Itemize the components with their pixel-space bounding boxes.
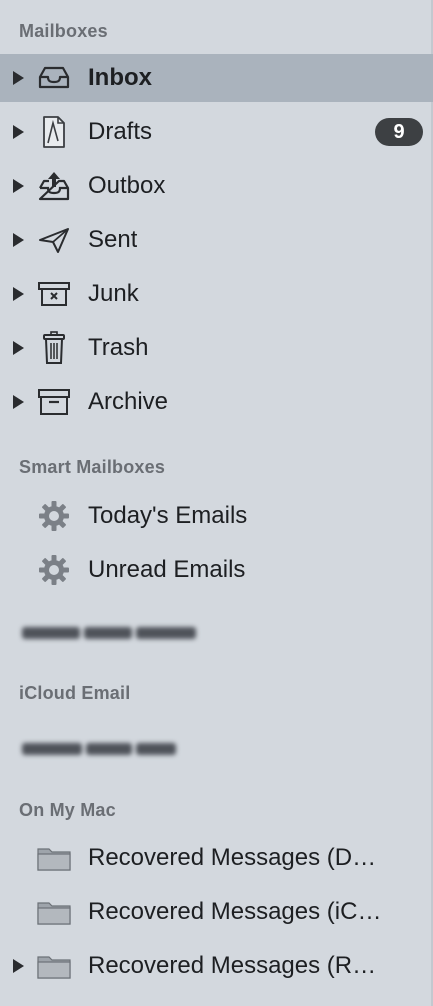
mailbox-row-trash[interactable]: Trash bbox=[0, 324, 433, 372]
mailbox-label: Trash bbox=[88, 334, 149, 361]
disclosure-triangle[interactable] bbox=[13, 125, 24, 139]
unread-count-badge: 9 bbox=[375, 118, 423, 146]
redacted-account-header[interactable] bbox=[22, 624, 200, 642]
mailbox-label: Drafts bbox=[88, 118, 153, 145]
mailbox-label: Sent bbox=[88, 226, 138, 253]
section-header-mailboxes[interactable]: Mailboxes bbox=[19, 21, 108, 42]
disclosure-triangle[interactable] bbox=[13, 71, 24, 85]
mailbox-label: Recovered Messages (R… bbox=[88, 952, 377, 979]
trash-can-icon bbox=[36, 331, 72, 364]
folder-icon bbox=[36, 842, 72, 874]
mailbox-label: Archive bbox=[88, 388, 169, 415]
gear-icon bbox=[36, 500, 72, 532]
mailbox-label: Unread Emails bbox=[88, 556, 246, 583]
paper-plane-icon bbox=[36, 224, 72, 256]
folder-icon bbox=[36, 896, 72, 928]
section-header-smart-mailboxes[interactable]: Smart Mailboxes bbox=[19, 457, 165, 478]
mailbox-label: Inbox bbox=[88, 64, 152, 91]
outbox-tray-icon bbox=[36, 170, 72, 202]
local-mailbox-row-recovered-3[interactable]: Recovered Messages (R… bbox=[0, 942, 433, 990]
mailbox-label: Outbox bbox=[88, 172, 166, 199]
mailbox-row-outbox[interactable]: Outbox bbox=[0, 162, 433, 210]
disclosure-triangle[interactable] bbox=[13, 959, 24, 973]
junk-bin-icon bbox=[36, 278, 72, 310]
disclosure-triangle[interactable] bbox=[13, 395, 24, 409]
section-header-on-my-mac[interactable]: On My Mac bbox=[19, 800, 116, 821]
mailbox-row-sent[interactable]: Sent bbox=[0, 216, 433, 264]
mailbox-label: Recovered Messages (iC… bbox=[88, 898, 382, 925]
gear-icon bbox=[36, 554, 72, 586]
smart-mailbox-row-unread-emails[interactable]: Unread Emails bbox=[0, 546, 433, 594]
mailbox-row-drafts[interactable]: Drafts 9 bbox=[0, 108, 433, 156]
mailbox-row-inbox[interactable]: Inbox bbox=[0, 54, 433, 102]
draft-document-icon bbox=[36, 116, 72, 148]
disclosure-triangle[interactable] bbox=[13, 233, 24, 247]
disclosure-triangle[interactable] bbox=[13, 287, 24, 301]
archive-box-icon bbox=[36, 386, 72, 418]
mailbox-label: Recovered Messages (D… bbox=[88, 844, 377, 871]
folder-icon bbox=[36, 950, 72, 982]
disclosure-triangle[interactable] bbox=[13, 341, 24, 355]
local-mailbox-row-recovered-2[interactable]: Recovered Messages (iC… bbox=[0, 888, 433, 936]
disclosure-triangle[interactable] bbox=[13, 179, 24, 193]
local-mailbox-row-recovered-1[interactable]: Recovered Messages (D… bbox=[0, 834, 433, 882]
smart-mailbox-row-todays-emails[interactable]: Today's Emails bbox=[0, 492, 433, 540]
mailbox-row-junk[interactable]: Junk bbox=[0, 270, 433, 318]
mailbox-row-archive[interactable]: Archive bbox=[0, 378, 433, 426]
mailbox-label: Junk bbox=[88, 280, 139, 307]
inbox-tray-icon bbox=[36, 62, 72, 94]
mailbox-label: Today's Emails bbox=[88, 502, 248, 529]
section-header-icloud-email[interactable]: iCloud Email bbox=[19, 683, 130, 704]
redacted-account-header[interactable] bbox=[22, 740, 180, 758]
mail-sidebar: Mailboxes Inbox Drafts 9 Outbox Sent Jun… bbox=[0, 0, 433, 1006]
